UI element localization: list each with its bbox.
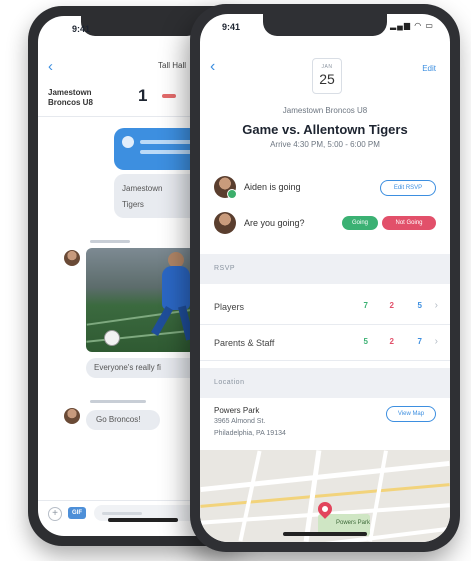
soccer-ball-icon [122,136,134,148]
soccer-ball [104,330,120,346]
chat-bubble: Go Broncos! [86,410,160,430]
back-phone-notch [81,16,201,36]
rsvp-row-child: Aiden is going Edit RSVP [200,172,450,206]
section-header-label: RSVP [214,265,236,272]
rsvp-section-header: RSVP [200,254,450,284]
gif-button[interactable]: GIF [68,507,86,519]
event-time: Arrive 4:30 PM, 5:00 - 6:00 PM [270,140,380,149]
event-date-day: 25 [319,71,335,87]
rsvp-status-text: Aiden is going [244,182,301,192]
chat-bubble-text: Jamestown [122,184,163,193]
no-response-count: 7 [417,337,422,346]
no-response-count: 5 [417,301,422,310]
avatar[interactable] [64,408,80,424]
avatar[interactable] [64,250,80,266]
front-phone-notch [263,14,387,36]
back-chevron-icon[interactable]: ‹ [48,58,53,75]
back-chevron-icon[interactable]: ‹ [210,58,215,76]
status-icons: ▂▄▆ ◠ ▭ [390,21,434,30]
sender-caption [90,240,130,243]
going-count: 5 [363,337,368,346]
location-name: Powers Park [214,406,260,415]
chat-nav-title: Tall Hall [158,61,187,70]
map-location-label: Powers Park [336,520,371,526]
edit-button[interactable]: Edit [422,64,436,73]
view-map-button[interactable]: View Map [386,406,436,422]
event-date-month: JAN [321,64,333,70]
not-going-count: 2 [389,337,394,346]
not-going-count: 2 [389,301,394,310]
back-status-time: 9:41 [72,24,91,34]
rsvp-question-text: Are you going? [244,218,305,228]
chevron-right-icon: › [434,300,438,311]
player-body [162,266,190,310]
not-going-button[interactable]: Not Going [382,216,436,230]
avatar [214,176,237,199]
score-team-name: Jamestown Broncos U8 [48,88,93,107]
location-address-line2: Philadelphia, PA 19134 [214,430,286,437]
home-indicator [108,518,178,522]
sender-caption [90,400,146,403]
chat-bubble-text: Tigers [122,200,144,209]
going-count: 7 [363,301,368,310]
map-road [368,450,388,542]
chat-bubble-text: Everyone's really fi [94,363,161,372]
count-label: Players [214,302,245,312]
score-value: 1 [138,86,148,105]
front-phone-screen: 9:41 ▂▄▆ ◠ ▭ ‹ Edit JAN 25 Jamestown Bro… [200,14,450,542]
add-attachment-icon[interactable]: + [48,507,62,521]
going-button[interactable]: Going [342,216,378,230]
event-date-badge: JAN 25 [312,58,342,94]
location-section-header: Location [200,368,450,398]
event-team-name: Jamestown Broncos U8 [282,106,368,115]
front-phone: 9:41 ▂▄▆ ◠ ▭ ‹ Edit JAN 25 Jamestown Bro… [190,4,460,552]
home-indicator [283,532,367,536]
chat-bubble-text: Go Broncos! [96,415,141,424]
score-indicator [162,94,176,98]
rsvp-count-row-players[interactable]: Players 7 2 5 › [200,290,450,325]
status-time: 9:41 [222,22,241,32]
count-label: Parents & Staff [214,338,275,348]
rsvp-row-self: Are you going? Going Not Going [200,208,450,242]
location-address-line1: 3965 Almond St. [214,418,266,425]
chevron-right-icon: › [434,336,438,347]
map-road [238,450,262,542]
rsvp-count-row-parents[interactable]: Parents & Staff 5 2 7 › [200,326,450,361]
section-header-label: Location [214,379,245,386]
event-title: Game vs. Allentown Tigers [242,122,408,137]
avatar [214,212,236,234]
edit-rsvp-button[interactable]: Edit RSVP [380,180,436,196]
location-map[interactable]: Powers Park [200,450,450,542]
